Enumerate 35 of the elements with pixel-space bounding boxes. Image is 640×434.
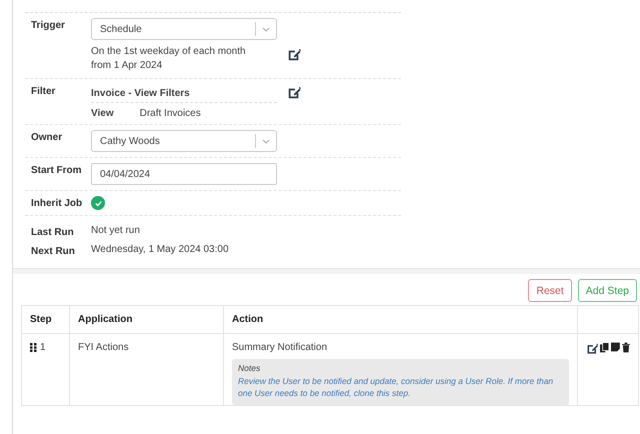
field-label: Next Run	[31, 245, 76, 257]
trash-icon[interactable]	[622, 342, 630, 353]
table-cell: FYI Actions	[78, 342, 129, 353]
edit-icon[interactable]	[287, 86, 301, 100]
date-field[interactable]: 04/04/2024	[91, 163, 277, 185]
table-cell: Summary Notification	[232, 342, 328, 353]
schedule-description: On the 1st weekday of each month from 1 Apr 2024	[91, 45, 247, 73]
column-header: Application	[70, 306, 224, 334]
note-icon[interactable]	[611, 342, 620, 352]
field-label: Last Run	[31, 226, 75, 238]
field-label: Inherit Job	[31, 197, 84, 209]
field-label: Filter	[31, 85, 56, 97]
field-value: Wednesday, 1 May 2024 03:00	[91, 244, 230, 255]
field-label: Trigger	[31, 19, 66, 31]
notes-text: Review the User to be notified and update, consider using a User Role. If more than one User needs to be notified, clone this step.	[238, 375, 554, 399]
reset-button[interactable]: Reset	[528, 279, 572, 302]
edit-icon[interactable]	[586, 342, 598, 356]
field-label: Start From	[31, 164, 83, 176]
chevron-down-icon	[262, 138, 270, 144]
column-header: Step	[22, 306, 70, 334]
drag-handle-icon[interactable]	[30, 343, 37, 352]
step-number: 1	[40, 342, 46, 353]
column-header: Action	[224, 306, 578, 334]
filter-title: Invoice - View Filters	[91, 84, 277, 103]
owner-select[interactable]: Cathy Woods	[91, 130, 277, 152]
field-label: Owner	[31, 131, 64, 143]
view-value: Draft Invoices	[140, 108, 201, 119]
view-label: View	[91, 108, 114, 119]
edit-icon[interactable]	[287, 48, 301, 62]
check-icon[interactable]	[91, 196, 105, 210]
trigger-select[interactable]: Schedule	[91, 18, 277, 40]
notes-title: Notes	[238, 363, 262, 373]
chevron-down-icon	[262, 26, 270, 32]
copy-icon[interactable]	[600, 342, 610, 353]
field-value: Not yet run	[91, 225, 141, 236]
